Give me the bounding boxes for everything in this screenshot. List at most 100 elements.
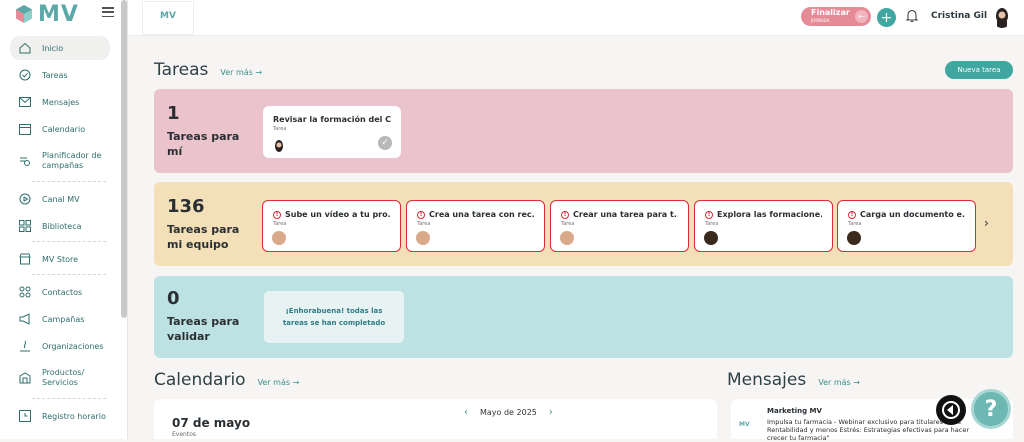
empty-state-message: ¡Enhorabuena! todas las tareas se han co… — [264, 291, 404, 343]
tareas-para-mi-equipo-panel: 136 Tareas para mi equipo ! Sube un vídeo… — [154, 182, 1013, 266]
sidebar-item-registro-horario[interactable]: Registro horario — [0, 404, 120, 428]
task-card-title: Sube un vídeo a tu pro... — [285, 210, 390, 219]
calendar-card: 07 de mayo Eventos ‹ Mayo de 2025 › — [154, 399, 717, 439]
sidebar-item-campanas[interactable]: Campañas — [0, 307, 120, 331]
contacts-icon — [18, 286, 31, 299]
task-card-title: Crear una tarea para t... — [573, 210, 678, 219]
task-card[interactable]: Revisar la formación del C... Tarea ✓ — [263, 106, 401, 158]
home-icon — [18, 42, 31, 55]
sidebar-scrollbar[interactable] — [121, 0, 127, 318]
sidebar-item-canal-mv[interactable]: Canal MV — [0, 187, 120, 211]
sidebar-item-calendario[interactable]: Calendario — [0, 117, 120, 141]
task-card-title: Explora las formacione... — [717, 210, 822, 219]
sidebar-item-planificador[interactable]: Planificador de campañas — [0, 144, 120, 178]
calendario-ver-mas-link[interactable]: Ver más → — [258, 378, 300, 387]
task-card[interactable]: ! Explora las formacione... Tarea — [694, 200, 833, 252]
calendar-icon — [18, 123, 31, 136]
company-logo-text: MV — [160, 11, 176, 21]
company-logo[interactable]: MV — — [142, 1, 194, 35]
sidebar-item-label: Organizaciones — [42, 341, 104, 351]
nav-divider — [32, 398, 106, 399]
tareas-validar-label: Tareas para validar — [167, 315, 240, 343]
sidebar-item-label: Biblioteca — [42, 221, 82, 231]
tareas-title: Tareas — [154, 60, 209, 80]
tareas-para-validar-panel: 0 Tareas para validar ¡Enhorabuena! toda… — [154, 276, 1013, 358]
sidebar-item-label: Canal MV — [42, 194, 80, 204]
tareas-para-mi-panel: 1 Tareas para mí Revisar la formación de… — [154, 89, 1013, 173]
task-card-type: Tarea — [273, 126, 287, 132]
task-card-type: Tarea — [273, 221, 287, 227]
avatar — [272, 231, 286, 245]
task-card-title: Crea una tarea con rec... — [429, 210, 534, 219]
navigation-fab[interactable] — [936, 395, 966, 425]
complete-check-icon[interactable]: ✓ — [378, 136, 392, 150]
sidebar-item-label: Inicio — [42, 43, 64, 53]
sidebar-item-biblioteca[interactable]: Biblioteca — [0, 214, 120, 238]
task-card[interactable]: ! Crea una tarea con rec... Tarea — [406, 200, 545, 252]
mensajes-title: Mensajes — [727, 370, 807, 390]
nav-divider — [32, 241, 106, 242]
back-arrow-icon — [942, 401, 960, 419]
selected-date: 07 de mayo — [172, 416, 251, 430]
bell-icon[interactable] — [906, 9, 918, 23]
sidebar-item-productos[interactable]: Productos/ Servicios — [0, 361, 120, 395]
alert-icon: ! — [273, 210, 281, 219]
sidebar-item-organizaciones[interactable]: Organizaciones — [0, 334, 120, 358]
mensajes-header: Mensajes Ver más → — [727, 370, 860, 390]
sidebar-nav: Inicio Tareas Mensajes Calendario Planif… — [0, 36, 120, 431]
organization-icon — [18, 340, 31, 353]
planner-icon — [18, 155, 31, 168]
calendario-title: Calendario — [154, 370, 246, 390]
logo-text: MV — [38, 1, 79, 27]
add-button[interactable]: + — [877, 8, 896, 27]
sidebar-item-label: Mensajes — [42, 97, 80, 107]
tareas-ver-mas-link[interactable]: Ver más → — [220, 68, 262, 77]
task-card[interactable]: ! Carga un documento e... Tarea — [837, 200, 976, 252]
chevron-right-icon[interactable]: › — [549, 407, 553, 418]
plus-icon: + — [880, 9, 893, 26]
app-logo[interactable]: MV — [14, 1, 79, 27]
alert-icon: ! — [561, 210, 569, 219]
avatar — [416, 231, 430, 245]
alert-icon: ! — [848, 210, 856, 219]
tareas-equipo-label: Tareas para mi equipo — [167, 223, 240, 251]
sidebar-item-tareas[interactable]: Tareas — [0, 63, 120, 87]
store-icon — [18, 253, 31, 266]
chevron-right-icon[interactable]: › — [984, 216, 989, 230]
help-button[interactable]: ? — [971, 389, 1011, 429]
sidebar: MV Inicio Tareas Mensajes Calendario Pla… — [0, 0, 128, 439]
task-card-title: Revisar la formación del C... — [273, 115, 391, 124]
user-avatar[interactable] — [992, 6, 1012, 28]
task-card-type: Tarea — [417, 221, 431, 227]
sidebar-item-mv-store[interactable]: MV Store — [0, 247, 120, 271]
sidebar-item-label: Calendario — [42, 124, 86, 134]
month-label: Mayo de 2025 — [480, 408, 537, 417]
alert-icon: ! — [417, 210, 425, 219]
company-logo-tagline: — — [166, 21, 170, 25]
task-card[interactable]: ! Crear una tarea para t... Tarea — [550, 200, 689, 252]
task-card-type: Tarea — [848, 221, 862, 227]
avatar — [704, 231, 718, 245]
sidebar-item-label: Planificador de campañas — [42, 151, 102, 170]
user-name[interactable]: Cristina Gil — [931, 11, 987, 21]
sidebar-item-label: Contactos — [42, 287, 83, 297]
sidebar-item-contactos[interactable]: Contactos — [0, 280, 120, 304]
task-card-type: Tarea — [705, 221, 719, 227]
task-card[interactable]: ! Sube un vídeo a tu pro... Tarea — [262, 200, 401, 252]
tareas-header: Tareas Ver más → — [154, 60, 262, 80]
sidebar-item-mensajes[interactable]: Mensajes — [0, 90, 120, 114]
chevron-left-icon[interactable]: ‹ — [464, 407, 468, 418]
task-card-type: Tarea — [561, 221, 575, 227]
events-label: Eventos — [172, 431, 196, 438]
nueva-tarea-button[interactable]: Nueva tarea — [945, 61, 1013, 79]
menu-toggle-icon[interactable] — [102, 7, 114, 17]
check-circle-icon — [18, 69, 31, 82]
finalizar-jornada-button[interactable]: Finalizar JORNADA ⇠ — [801, 7, 871, 26]
sidebar-item-inicio[interactable]: Inicio — [10, 36, 110, 60]
mensajes-ver-mas-link[interactable]: Ver más → — [818, 378, 860, 387]
tareas-para-mi-count: 1 — [167, 103, 180, 124]
sidebar-item-label: Campañas — [42, 314, 85, 324]
clock-icon — [18, 410, 31, 423]
avatar — [560, 231, 574, 245]
products-icon — [18, 372, 31, 385]
